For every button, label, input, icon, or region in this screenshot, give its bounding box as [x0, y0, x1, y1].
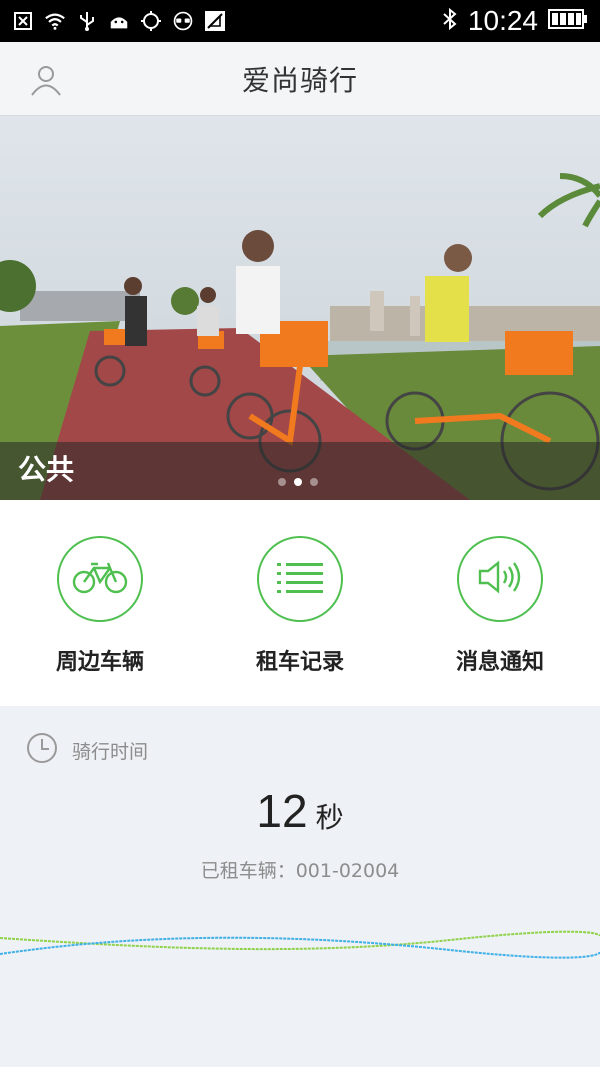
rental-records-button[interactable]: 租车记录: [200, 536, 400, 676]
wave-decoration: [0, 930, 600, 959]
speaker-icon: [476, 559, 524, 599]
ride-time-header: 骑行时间: [26, 732, 148, 768]
banner-pagination: [278, 478, 318, 486]
no-signal-icon: [204, 10, 226, 32]
ride-time-value: 12: [256, 785, 308, 837]
list-icon: [277, 561, 323, 597]
bicycle-icon: [72, 560, 128, 598]
banner-carousel[interactable]: 公共: [0, 116, 600, 500]
close-box-icon: [12, 10, 34, 32]
ride-time-display: 12 秒: [0, 784, 600, 838]
usb-icon: [76, 10, 98, 32]
bluetooth-icon: [442, 7, 458, 35]
action-label: 租车记录: [255, 650, 344, 675]
ride-panel: 骑行时间 12 秒 已租车辆：001-02004: [0, 706, 600, 1067]
status-bar: 10:24: [0, 0, 600, 42]
android-icon: [108, 10, 130, 32]
battery-icon: [548, 8, 588, 34]
ride-time-label: 骑行时间: [72, 740, 149, 763]
app-header: 爱尚骑行: [0, 42, 600, 116]
gps-icon: [140, 10, 162, 32]
action-row: 周边车辆 租车记录 消息通知: [0, 500, 600, 706]
clock: 10:24: [467, 5, 538, 36]
banner-caption: 公共: [18, 453, 75, 486]
clock-icon: [26, 732, 58, 768]
page-title: 爱尚骑行: [241, 63, 358, 97]
banner-dot-active[interactable]: [294, 478, 302, 486]
user-icon[interactable]: [28, 62, 64, 98]
action-circle: [257, 536, 343, 622]
notifications-button[interactable]: 消息通知: [400, 536, 600, 676]
status-icons-right: 10:24: [442, 5, 588, 37]
banner-dot[interactable]: [278, 478, 286, 486]
action-label: 消息通知: [455, 650, 544, 675]
banner-dot[interactable]: [310, 478, 318, 486]
ride-time-unit: 秒: [315, 801, 344, 834]
action-label: 周边车辆: [55, 650, 144, 675]
action-circle: [57, 536, 143, 622]
glasses-icon: [172, 10, 194, 32]
nearby-vehicles-button[interactable]: 周边车辆: [0, 536, 200, 676]
status-icons-left: [12, 10, 226, 32]
wifi-icon: [44, 10, 66, 32]
action-circle: [457, 536, 543, 622]
rented-vehicle: 已租车辆：001-02004: [200, 860, 400, 882]
banner-caption-bar: [0, 442, 600, 500]
